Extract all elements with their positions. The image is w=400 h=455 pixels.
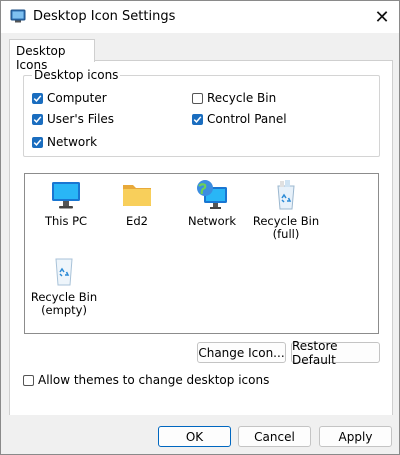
network-globe-icon <box>195 178 229 212</box>
checkbox-box[interactable] <box>32 136 43 148</box>
icon-label: Recycle Bin (full) <box>252 214 320 241</box>
title-bar: Desktop Icon Settings ✕ <box>1 1 399 33</box>
icon-item-recycle-bin-empty[interactable]: Recycle Bin (empty) <box>29 254 99 317</box>
icon-label: Recycle Bin (empty) <box>30 290 98 317</box>
folder-icon <box>120 178 154 212</box>
icon-item-recycle-bin-full[interactable]: Recycle Bin (full) <box>251 178 321 241</box>
checkbox-box[interactable] <box>192 113 203 125</box>
checkbox-box[interactable] <box>32 113 43 125</box>
checkbox-label: Control Panel <box>207 112 287 126</box>
icon-item-network[interactable]: Network <box>177 178 247 228</box>
tab-desktop-icons[interactable]: Desktop Icons <box>9 39 95 72</box>
icon-item-ed2[interactable]: Ed2 <box>102 178 172 228</box>
icon-label: Ed2 <box>126 214 148 228</box>
checkbox-box[interactable] <box>192 92 203 104</box>
recycle-bin-empty-icon <box>47 254 81 288</box>
checkbox-label: Allow themes to change desktop icons <box>38 373 270 387</box>
checkbox-label: User's Files <box>47 112 115 126</box>
window-title: Desktop Icon Settings <box>33 9 176 24</box>
icon-label: Network <box>187 214 237 228</box>
checkbox-label: Computer <box>47 91 107 105</box>
tab-label: Desktop Icons <box>16 44 66 72</box>
button-label: Change Icon... <box>198 345 285 360</box>
icon-list: This PC Ed2 Network Recycle Bin (full) R… <box>24 173 379 334</box>
checkbox-allow-themes[interactable]: Allow themes to change desktop icons <box>23 373 269 387</box>
icon-label: This PC <box>44 214 88 228</box>
dialog-footer: OK Cancel Apply <box>1 415 399 454</box>
desktop-settings-icon <box>10 8 26 24</box>
checkbox-label: Recycle Bin <box>207 91 277 105</box>
checkbox-box[interactable] <box>23 374 34 386</box>
monitor-icon <box>49 178 83 212</box>
checkbox-users-files[interactable]: User's Files <box>32 112 114 126</box>
apply-button[interactable]: Apply <box>319 426 392 447</box>
change-icon-button[interactable]: Change Icon... <box>197 342 286 363</box>
checkbox-label: Network <box>47 135 98 149</box>
button-label: Apply <box>338 429 373 444</box>
checkbox-control-panel[interactable]: Control Panel <box>192 112 287 126</box>
checkbox-computer[interactable]: Computer <box>32 91 107 105</box>
button-label: Restore Default <box>292 338 338 367</box>
dialog-window: Desktop Icon Settings ✕ Desktop Icons De… <box>0 0 400 455</box>
button-label: OK <box>185 429 204 444</box>
recycle-bin-full-icon <box>269 178 303 212</box>
icon-item-this-pc[interactable]: This PC <box>31 178 101 228</box>
checkbox-recycle-bin[interactable]: Recycle Bin <box>192 91 276 105</box>
ok-button[interactable]: OK <box>158 426 231 447</box>
button-label: Cancel <box>254 429 295 444</box>
checkbox-box[interactable] <box>32 92 43 104</box>
cancel-button[interactable]: Cancel <box>238 426 311 447</box>
close-icon: ✕ <box>374 6 390 28</box>
restore-default-button[interactable]: Restore Default <box>291 339 380 367</box>
checkbox-network[interactable]: Network <box>32 135 97 149</box>
close-button[interactable]: ✕ <box>365 1 399 33</box>
